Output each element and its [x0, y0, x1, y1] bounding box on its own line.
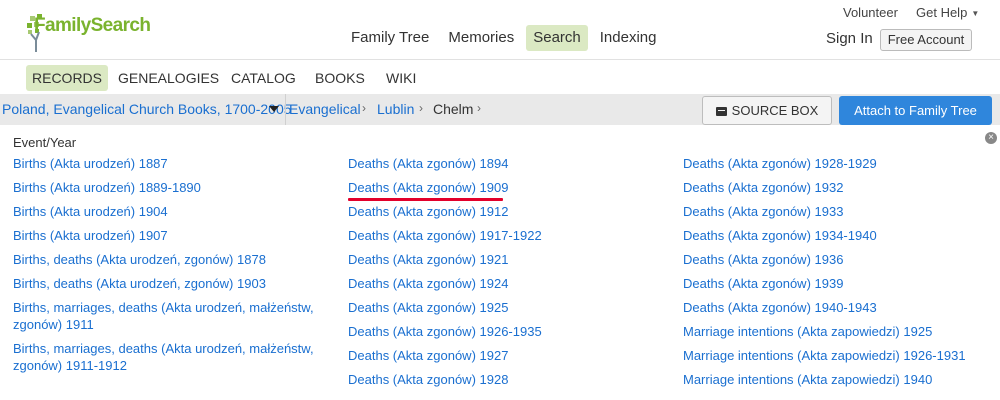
record-list-column-2: Deaths (Akta zgonów) 1894 Deaths (Akta z…	[348, 155, 668, 395]
record-link[interactable]: Deaths (Akta zgonów) 1927	[348, 347, 668, 371]
record-link[interactable]: Births (Akta urodzeń) 1887	[13, 155, 333, 179]
get-help-label: Get Help	[916, 5, 968, 20]
source-box-button[interactable]: SOURCE BOX	[702, 96, 832, 125]
volunteer-link[interactable]: Volunteer	[843, 5, 898, 20]
search-subnav: RECORDS GENEALOGIES CATALOG BOOKS WIKI	[0, 59, 1000, 96]
record-link[interactable]: Deaths (Akta zgonów) 1912	[348, 203, 668, 227]
record-link[interactable]: Deaths (Akta zgonów) 1925	[348, 299, 668, 323]
nav-family-tree[interactable]: Family Tree	[344, 25, 436, 51]
chevron-down-icon: ▼	[971, 9, 980, 18]
record-link[interactable]: Marriage intentions (Akta zapowiedzi) 19…	[683, 371, 1000, 395]
record-link[interactable]: Deaths (Akta zgonów) 1940-1943	[683, 299, 1000, 323]
subnav-wiki[interactable]: WIKI	[380, 65, 422, 91]
close-icon[interactable]: ×	[985, 132, 997, 144]
record-link[interactable]: Births, marriages, deaths (Akta urodzeń,…	[13, 299, 333, 340]
record-link[interactable]: Births, deaths (Akta urodzeń, zgonów) 18…	[13, 251, 333, 275]
collection-selector[interactable]: Poland, Evangelical Church Books, 1700-2…	[2, 101, 292, 117]
breadcrumb-lublin[interactable]: Lublin	[377, 101, 414, 117]
record-link[interactable]: Deaths (Akta zgonów) 1928	[348, 371, 668, 395]
record-link[interactable]: Marriage intentions (Akta zapowiedzi) 19…	[683, 347, 1000, 371]
subnav-genealogies[interactable]: GENEALOGIES	[112, 65, 225, 91]
record-link[interactable]: Deaths (Akta zgonów) 1934-1940	[683, 227, 1000, 251]
record-link[interactable]: Deaths (Akta zgonów) 1921	[348, 251, 668, 275]
source-box-icon	[715, 107, 727, 116]
caret-down-icon[interactable]	[269, 106, 279, 112]
divider	[285, 94, 286, 125]
breadcrumb-chelm: Chelm	[433, 101, 474, 117]
subnav-catalog[interactable]: CATALOG	[225, 65, 302, 91]
record-link[interactable]: Births (Akta urodzeń) 1904	[13, 203, 333, 227]
record-link[interactable]: Deaths (Akta zgonów) 1917-1922	[348, 227, 668, 251]
record-link[interactable]: Deaths (Akta zgonów) 1924	[348, 275, 668, 299]
nav-indexing[interactable]: Indexing	[593, 25, 664, 51]
site-logo-text[interactable]: FamilySearch	[34, 15, 151, 37]
record-link[interactable]: Births (Akta urodzeń) 1907	[13, 227, 333, 251]
record-link[interactable]: Marriage intentions (Akta zapowiedzi) 19…	[683, 323, 1000, 347]
source-box-label: SOURCE BOX	[731, 103, 819, 118]
record-list-column-1: Births (Akta urodzeń) 1887 Births (Akta …	[13, 155, 333, 380]
subnav-records[interactable]: RECORDS	[26, 65, 109, 91]
chevron-right-icon: ›	[477, 101, 481, 115]
record-link[interactable]: Deaths (Akta zgonów) 1932	[683, 179, 1000, 203]
record-list-column-3: Deaths (Akta zgonów) 1928-1929 Deaths (A…	[683, 155, 1000, 395]
record-link[interactable]: Deaths (Akta zgonów) 1936	[683, 251, 1000, 275]
record-link[interactable]: Deaths (Akta zgonów) 1894	[348, 155, 668, 179]
highlight-underline	[348, 198, 503, 201]
breadcrumb-evangelical[interactable]: Evangelical	[289, 101, 361, 117]
nav-search[interactable]: Search	[526, 25, 588, 51]
nav-memories[interactable]: Memories	[441, 25, 521, 51]
chevron-right-icon: ›	[362, 101, 366, 115]
subnav-books[interactable]: BOOKS	[309, 65, 371, 91]
chevron-right-icon: ›	[419, 101, 423, 115]
free-account-button[interactable]: Free Account	[880, 29, 972, 51]
sign-in-link[interactable]: Sign In	[826, 30, 873, 47]
record-link[interactable]: Deaths (Akta zgonów) 1933	[683, 203, 1000, 227]
main-nav: Family Tree Memories Search Indexing	[344, 25, 668, 51]
record-link[interactable]: Births, marriages, deaths (Akta urodzeń,…	[13, 340, 333, 381]
event-year-heading: Event/Year	[13, 135, 77, 150]
record-link[interactable]: Births (Akta urodzeń) 1889-1890	[13, 179, 333, 203]
record-link[interactable]: Deaths (Akta zgonów) 1926-1935	[348, 323, 668, 347]
record-link[interactable]: Births, deaths (Akta urodzeń, zgonów) 19…	[13, 275, 333, 299]
site-header: FamilySearch Volunteer Get Help ▼ Family …	[0, 0, 1000, 60]
get-help-menu[interactable]: Get Help ▼	[916, 5, 979, 20]
record-link[interactable]: Deaths (Akta zgonów) 1928-1929	[683, 155, 1000, 179]
record-link[interactable]: Deaths (Akta zgonów) 1939	[683, 275, 1000, 299]
attach-to-family-tree-button[interactable]: Attach to Family Tree	[839, 96, 992, 125]
